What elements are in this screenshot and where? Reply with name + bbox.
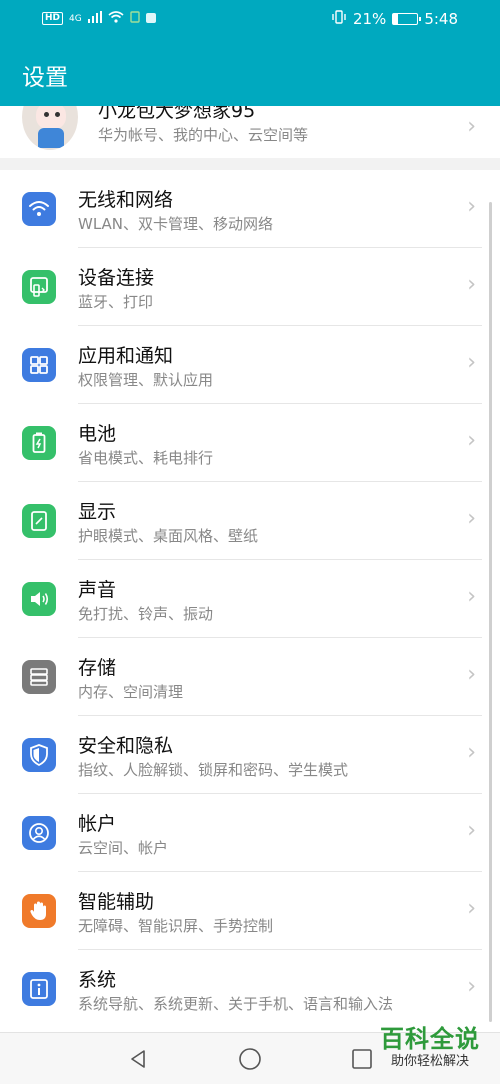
clock: 5:48 <box>424 10 458 28</box>
shield-icon <box>22 738 56 772</box>
settings-item-subtitle: 内存、空间清理 <box>78 683 184 701</box>
settings-list[interactable]: 无线和网络 WLAN、双卡管理、移动网络 › 设备连接 蓝牙、打印 › 应用和通知 权限管理、… <box>0 170 500 1032</box>
status-right: 21% 5:48 <box>331 10 458 28</box>
settings-item-subtitle: 指纹、人脸解锁、锁屏和密码、学生模式 <box>78 761 349 779</box>
sim-icon <box>130 11 140 26</box>
user-icon <box>22 816 56 850</box>
watermark: 百科全说 助你轻松解决 <box>374 1024 486 1070</box>
hd-badge: HD <box>42 12 64 25</box>
chevron-right-icon: › <box>467 584 476 609</box>
battery-icon <box>392 13 422 25</box>
battery-percent: 21% <box>352 10 387 28</box>
settings-item-subtitle: 权限管理、默认应用 <box>78 371 214 389</box>
status-bar: HD 4G 21% 5:48 <box>0 0 500 40</box>
avatar[interactable] <box>22 106 78 150</box>
watermark-title: 百科全说 <box>380 1025 480 1053</box>
avatar-face <box>36 106 66 130</box>
account-row[interactable]: 小龙包大梦想家95 华为帐号、我的中心、云空间等 › <box>0 106 500 158</box>
info-icon <box>22 972 56 1006</box>
settings-item-label: 系统 <box>78 969 117 991</box>
settings-item-subtitle: 免打扰、铃声、振动 <box>78 605 214 623</box>
app-notification-icon <box>145 12 156 26</box>
settings-item-subtitle: WLAN、双卡管理、移动网络 <box>78 215 274 233</box>
settings-item[interactable]: 无线和网络 WLAN、双卡管理、移动网络 › <box>0 170 500 248</box>
settings-item-label: 设备连接 <box>78 267 155 289</box>
settings-item[interactable]: 声音免打扰、铃声、振动 › <box>0 560 500 638</box>
chevron-right-icon: › <box>467 194 476 219</box>
device-connection-icon <box>22 270 56 304</box>
settings-item-subtitle: 护眼模式、桌面风格、壁纸 <box>78 527 259 545</box>
settings-item-subtitle: 省电模式、耗电排行 <box>78 449 214 467</box>
wifi-icon <box>22 192 56 226</box>
settings-item[interactable]: 系统系统导航、系统更新、关于手机、语言和输入法 › <box>0 950 500 1028</box>
settings-item[interactable]: 帐户云空间、帐户 › <box>0 794 500 872</box>
app-bar: 设置 <box>0 40 500 106</box>
settings-item[interactable]: 设备连接蓝牙、打印 › <box>0 248 500 326</box>
apps-grid-icon <box>22 348 56 382</box>
chevron-right-icon: › <box>467 350 476 375</box>
settings-item[interactable]: 安全和隐私指纹、人脸解锁、锁屏和密码、学生模式 › <box>0 716 500 794</box>
avatar-shirt <box>38 128 64 148</box>
settings-item-subtitle: 系统导航、系统更新、关于手机、语言和输入法 <box>78 995 394 1013</box>
chevron-right-icon: › <box>467 662 476 687</box>
watermark-tagline: 助你轻松解决 <box>390 1054 469 1069</box>
settings-item-label: 无线和网络 <box>78 189 174 211</box>
settings-item-subtitle: 蓝牙、打印 <box>78 293 154 311</box>
settings-item-label: 声音 <box>78 579 117 601</box>
settings-item-label: 显示 <box>78 501 117 523</box>
settings-item[interactable]: 电池省电模式、耗电排行 › <box>0 404 500 482</box>
wifi-icon <box>108 11 124 26</box>
settings-item[interactable]: 存储内存、空间清理 › <box>0 638 500 716</box>
settings-item-subtitle: 云空间、帐户 <box>78 839 169 857</box>
settings-item-label: 应用和通知 <box>78 345 174 367</box>
settings-item-subtitle: 无障碍、智能识屏、手势控制 <box>78 917 274 935</box>
chevron-right-icon: › <box>467 428 476 453</box>
network-type: 4G <box>69 13 82 24</box>
chevron-right-icon: › <box>467 974 476 999</box>
avatar-eye-right <box>55 112 60 117</box>
back-triangle-icon[interactable] <box>124 1045 152 1073</box>
account-name: 小龙包大梦想家95 <box>98 106 256 122</box>
settings-item-label: 电池 <box>78 423 117 445</box>
status-left: HD 4G <box>42 11 156 26</box>
settings-item-label: 帐户 <box>78 813 117 835</box>
storage-icon <box>22 660 56 694</box>
recents-square-icon[interactable] <box>348 1045 376 1073</box>
settings-item[interactable]: 智能辅助无障碍、智能识屏、手势控制 › <box>0 872 500 950</box>
home-circle-icon[interactable] <box>236 1045 264 1073</box>
page-title: 设置 <box>22 65 68 91</box>
battery-icon <box>22 426 56 460</box>
settings-item[interactable]: 应用和通知权限管理、默认应用 › <box>0 326 500 404</box>
hand-icon <box>22 894 56 928</box>
account-subtitle: 华为帐号、我的中心、云空间等 <box>98 126 309 144</box>
settings-item-label: 安全和隐私 <box>78 735 174 757</box>
signal-bars-icon <box>87 11 102 26</box>
vibrate-icon <box>331 10 347 28</box>
chevron-right-icon: › <box>467 114 476 139</box>
settings-item-label: 存储 <box>78 657 117 679</box>
chevron-right-icon: › <box>467 896 476 921</box>
settings-item-label: 智能辅助 <box>78 891 155 913</box>
avatar-eye-left <box>44 112 49 117</box>
chevron-right-icon: › <box>467 740 476 765</box>
settings-item[interactable]: 显示护眼模式、桌面风格、壁纸 › <box>0 482 500 560</box>
battery-fill <box>393 14 399 24</box>
chevron-right-icon: › <box>467 818 476 843</box>
speaker-icon <box>22 582 56 616</box>
chevron-right-icon: › <box>467 272 476 297</box>
chevron-right-icon: › <box>467 506 476 531</box>
display-icon <box>22 504 56 538</box>
